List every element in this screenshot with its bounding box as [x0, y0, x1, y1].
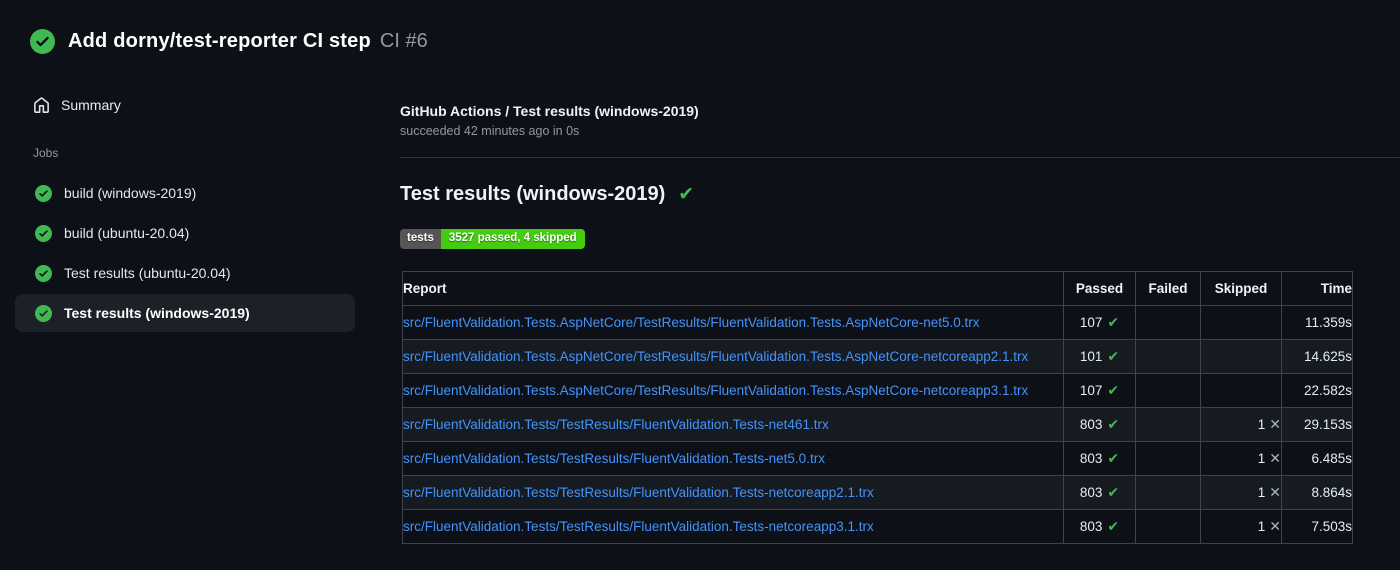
sidebar-summary-label: Summary	[61, 97, 121, 113]
skipped-cell: 1 ✕	[1200, 509, 1282, 544]
report-link[interactable]: src/FluentValidation.Tests.AspNetCore/Te…	[404, 315, 980, 330]
skipped-cell: 1 ✕	[1200, 407, 1282, 442]
check-icon: ✔	[1107, 348, 1120, 364]
failed-cell	[1135, 339, 1201, 374]
col-header-report: Report	[402, 271, 1064, 306]
passed-count: 107	[1079, 315, 1103, 330]
col-header-failed: Failed	[1135, 271, 1201, 306]
badge-label: tests	[400, 229, 441, 249]
x-icon: ✕	[1269, 416, 1281, 432]
table-row: src/FluentValidation.Tests/TestResults/F…	[402, 441, 1353, 476]
sidebar-item-build-ubuntu[interactable]: build (ubuntu-20.04)	[15, 214, 355, 252]
check-icon: ✔	[1107, 416, 1120, 432]
table-header-row: Report Passed Failed Skipped Time	[402, 271, 1353, 306]
passed-count: 803	[1079, 451, 1103, 466]
failed-cell	[1135, 441, 1201, 476]
badge-value: 3527 passed, 4 skipped	[440, 229, 585, 249]
check-icon: ✔	[1107, 450, 1120, 466]
jobs-section-label: Jobs	[33, 146, 59, 160]
report-link[interactable]: src/FluentValidation.Tests/TestResults/F…	[404, 519, 874, 534]
check-icon: ✔	[1107, 518, 1120, 534]
skipped-cell	[1200, 305, 1282, 340]
run-title: Add dorny/test-reporter CI step	[68, 30, 371, 52]
x-icon: ✕	[1269, 518, 1281, 534]
check-circle-icon	[35, 184, 52, 202]
check-icon: ✔	[1107, 484, 1120, 500]
failed-cell	[1135, 475, 1201, 510]
skipped-cell: 1 ✕	[1200, 441, 1282, 476]
check-circle-icon	[35, 304, 52, 322]
check-circle-icon	[35, 224, 52, 242]
failed-cell	[1135, 373, 1201, 408]
time-cell: 7.503s	[1281, 509, 1353, 544]
failed-cell	[1135, 509, 1201, 544]
table-row: src/FluentValidation.Tests.AspNetCore/Te…	[402, 305, 1353, 340]
check-icon: ✔	[1107, 382, 1120, 398]
run-header: Add dorny/test-reporter CI step CI #6	[30, 29, 428, 54]
report-link[interactable]: src/FluentValidation.Tests/TestResults/F…	[404, 451, 825, 466]
skipped-count: 1	[1257, 451, 1266, 466]
table-row: src/FluentValidation.Tests/TestResults/F…	[402, 509, 1353, 544]
check-run-status: succeeded 42 minutes ago in 0s	[400, 124, 580, 138]
home-icon	[34, 96, 49, 113]
time-cell: 6.485s	[1281, 441, 1353, 476]
report-link[interactable]: src/FluentValidation.Tests/TestResults/F…	[404, 417, 829, 432]
table-row: src/FluentValidation.Tests/TestResults/F…	[402, 475, 1353, 510]
check-icon: ✔	[678, 184, 695, 205]
job-label: Test results (windows-2019)	[64, 305, 250, 321]
sidebar-item-summary[interactable]: Summary	[15, 88, 355, 122]
section-heading: Test results (windows-2019) ✔	[400, 183, 694, 206]
x-icon: ✕	[1269, 450, 1281, 466]
time-cell: 29.153s	[1281, 407, 1353, 442]
passed-count: 803	[1079, 485, 1103, 500]
check-circle-icon	[30, 29, 55, 54]
run-number: CI #6	[379, 30, 428, 52]
skipped-count: 1	[1257, 519, 1266, 534]
job-label: build (windows-2019)	[64, 185, 197, 201]
skipped-count: 1	[1257, 485, 1266, 500]
table-row: src/FluentValidation.Tests.AspNetCore/Te…	[402, 373, 1353, 408]
skipped-cell	[1200, 339, 1282, 374]
job-label: build (ubuntu-20.04)	[64, 225, 190, 241]
passed-count: 803	[1079, 519, 1103, 534]
passed-count: 107	[1079, 383, 1103, 398]
time-cell: 8.864s	[1281, 475, 1353, 510]
col-header-passed: Passed	[1063, 271, 1136, 306]
workflow-run-page: Add dorny/test-reporter CI step CI #6 Sum…	[0, 0, 1400, 570]
report-link[interactable]: src/FluentValidation.Tests.AspNetCore/Te…	[404, 383, 1029, 398]
x-icon: ✕	[1269, 484, 1281, 500]
table-row: src/FluentValidation.Tests.AspNetCore/Te…	[402, 339, 1353, 374]
table-row: src/FluentValidation.Tests/TestResults/F…	[402, 407, 1353, 442]
job-label: Test results (ubuntu-20.04)	[64, 265, 231, 281]
check-circle-icon	[35, 264, 52, 282]
skipped-count: 1	[1257, 417, 1266, 432]
skipped-cell: 1 ✕	[1200, 475, 1282, 510]
report-link[interactable]: src/FluentValidation.Tests.AspNetCore/Te…	[404, 349, 1029, 364]
time-cell: 14.625s	[1281, 339, 1353, 374]
sidebar-item-build-windows[interactable]: build (windows-2019)	[15, 174, 355, 212]
time-cell: 22.582s	[1281, 373, 1353, 408]
divider	[400, 157, 1400, 158]
report-link[interactable]: src/FluentValidation.Tests/TestResults/F…	[404, 485, 874, 500]
skipped-cell	[1200, 373, 1282, 408]
check-run-title: GitHub Actions / Test results (windows-2…	[400, 103, 699, 119]
passed-count: 101	[1079, 349, 1103, 364]
time-cell: 11.359s	[1281, 305, 1353, 340]
sidebar-item-test-results-windows-selected[interactable]: Test results (windows-2019)	[15, 294, 355, 332]
check-icon: ✔	[1107, 314, 1120, 330]
tests-badge: tests 3527 passed, 4 skipped	[400, 229, 585, 249]
test-results-table: Report Passed Failed Skipped Time src/Fl…	[402, 271, 1353, 544]
section-title: Test results (windows-2019)	[400, 183, 666, 205]
failed-cell	[1135, 305, 1201, 340]
col-header-skipped: Skipped	[1200, 271, 1282, 306]
sidebar-item-test-results-ubuntu[interactable]: Test results (ubuntu-20.04)	[15, 254, 355, 292]
passed-count: 803	[1079, 417, 1103, 432]
failed-cell	[1135, 407, 1201, 442]
col-header-time: Time	[1281, 271, 1353, 306]
